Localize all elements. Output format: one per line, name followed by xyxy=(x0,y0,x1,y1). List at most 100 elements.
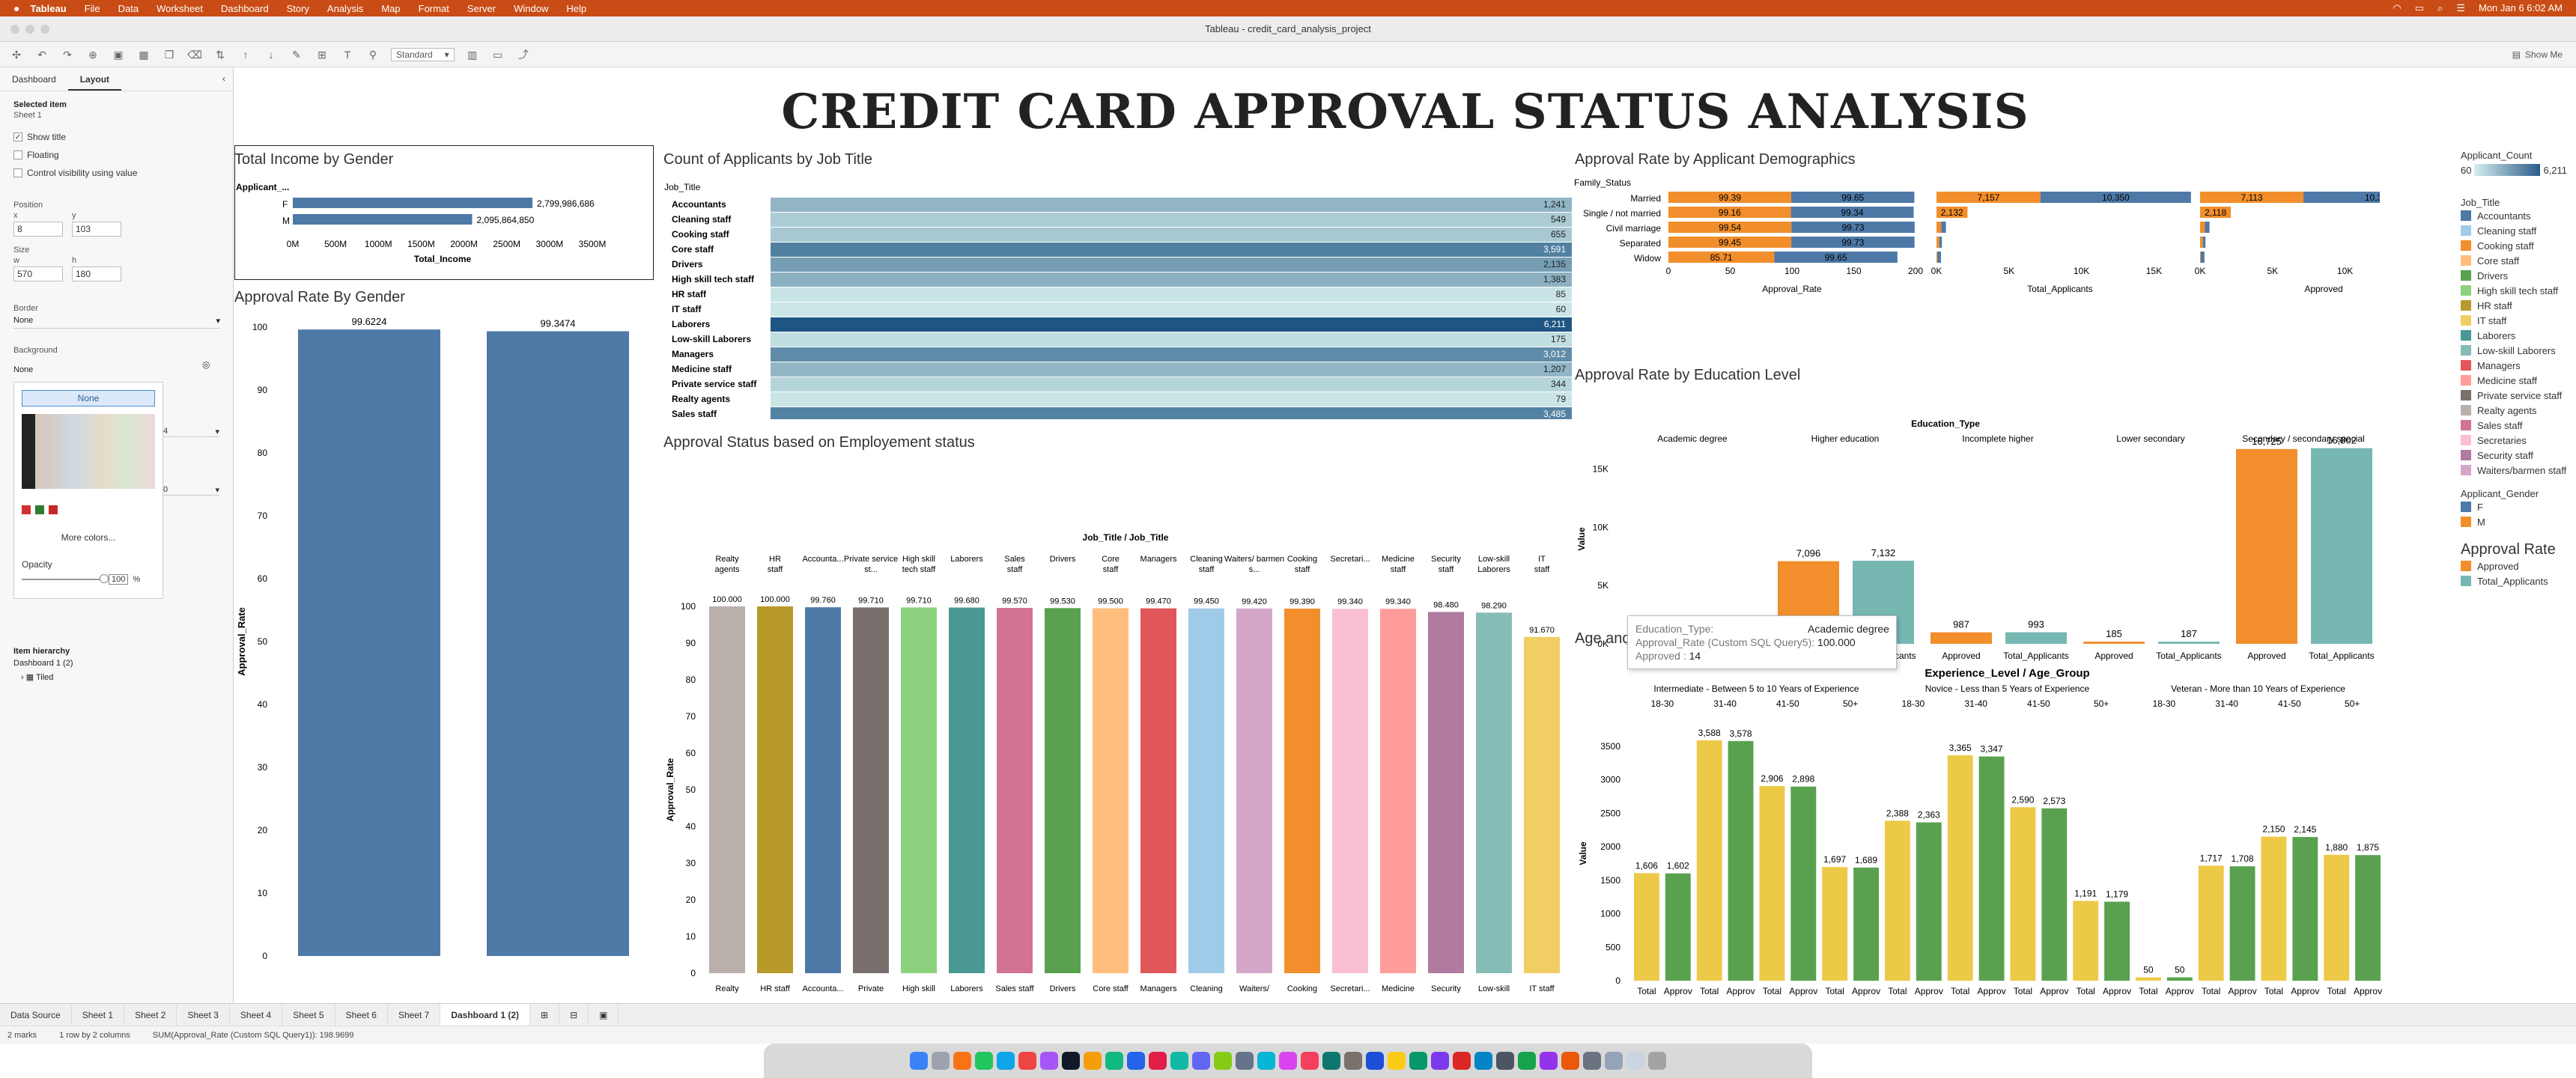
menu-server[interactable]: Server xyxy=(467,3,496,14)
tab-sheet-6[interactable]: Sheet 6 xyxy=(335,1003,388,1026)
tab-sheet-7[interactable]: Sheet 7 xyxy=(388,1003,441,1026)
gender-rate-bar[interactable] xyxy=(487,331,629,957)
dock-app-icon[interactable] xyxy=(1388,1052,1406,1070)
employment-bar[interactable] xyxy=(1188,608,1224,973)
dock-app-icon[interactable] xyxy=(1540,1052,1558,1070)
age-bar[interactable] xyxy=(1728,740,1754,981)
age-bar[interactable] xyxy=(2355,855,2381,981)
dock-app-icon[interactable] xyxy=(1409,1052,1427,1070)
x-input[interactable]: 8 xyxy=(13,222,63,237)
opacity-input[interactable]: 100 xyxy=(109,574,129,585)
menu-app[interactable]: Tableau xyxy=(30,3,66,14)
job-count-cell[interactable] xyxy=(771,287,1572,302)
new-datasource-icon[interactable]: ⊕ xyxy=(85,48,100,61)
dock-app-icon[interactable] xyxy=(1018,1052,1036,1070)
floating-checkbox[interactable]: Floating xyxy=(13,150,59,160)
job-count-cell[interactable] xyxy=(771,302,1572,317)
age-bar[interactable] xyxy=(1853,867,1879,981)
job-legend-item[interactable]: Medicine staff xyxy=(2461,373,2569,388)
collapse-icon[interactable]: ‹ xyxy=(222,73,225,84)
job-count-cell[interactable] xyxy=(771,392,1572,406)
employment-chart[interactable]: Job_Title / Job_Title Approval_Rate 0 10 20 3… xyxy=(658,457,1576,1003)
background-value[interactable]: None xyxy=(13,365,33,374)
dock-app-icon[interactable] xyxy=(1279,1052,1297,1070)
recent-color-red[interactable] xyxy=(22,505,31,514)
menu-data[interactable]: Data xyxy=(118,3,139,14)
age-bar[interactable] xyxy=(2136,977,2161,981)
dock-app-icon[interactable] xyxy=(1062,1052,1080,1070)
demographics-chart[interactable]: Family_Status Married 99.39 99.65 7,157 10,35… xyxy=(1571,172,2380,374)
job-legend-item[interactable]: IT staff xyxy=(2461,313,2569,328)
dock-app-icon[interactable] xyxy=(1322,1052,1340,1070)
dock-app-icon[interactable] xyxy=(1301,1052,1319,1070)
redo-icon[interactable]: ↷ xyxy=(60,48,75,61)
education-bar[interactable] xyxy=(1931,632,1992,644)
line-width-dropdown[interactable]: 4 ▾ xyxy=(163,427,219,437)
menu-story[interactable]: Story xyxy=(287,3,309,14)
dock-app-icon[interactable] xyxy=(1170,1052,1188,1070)
apple-icon[interactable]: ● xyxy=(13,2,19,14)
employment-bar[interactable] xyxy=(805,607,841,973)
age-bar[interactable] xyxy=(1665,873,1691,981)
job-legend-item[interactable]: Cleaning staff xyxy=(2461,223,2569,238)
demo-bar[interactable] xyxy=(1937,252,1942,263)
menu-help[interactable]: Help xyxy=(566,3,586,14)
dock-app-icon[interactable] xyxy=(1366,1052,1384,1070)
dock-app-icon[interactable] xyxy=(1344,1052,1362,1070)
dock-app-icon[interactable] xyxy=(1105,1052,1123,1070)
education-bar[interactable] xyxy=(2158,642,2220,644)
job-count-cell[interactable] xyxy=(771,243,1572,257)
dock-app-icon[interactable] xyxy=(1453,1052,1471,1070)
paint-icon[interactable]: ◎ xyxy=(202,359,210,370)
tab-data-source[interactable]: Data Source xyxy=(0,1003,72,1026)
sort-desc-icon[interactable]: ↓ xyxy=(264,48,279,61)
dock-app-icon[interactable] xyxy=(1192,1052,1210,1070)
dock-app-icon[interactable] xyxy=(1518,1052,1536,1070)
dock-app-icon[interactable] xyxy=(1127,1052,1145,1070)
tab-dashboard-1[interactable]: Dashboard 1 (2) xyxy=(440,1003,531,1026)
age-bar[interactable] xyxy=(2292,837,2318,981)
job-legend-item[interactable]: HR staff xyxy=(2461,298,2569,313)
age-bar[interactable] xyxy=(2261,836,2287,981)
job-count-cell[interactable] xyxy=(771,317,1572,332)
tableau-logo-icon[interactable]: ✣ xyxy=(9,48,24,61)
control-visibility-checkbox[interactable]: Control visibility using value xyxy=(13,168,137,178)
dock-app-icon[interactable] xyxy=(1626,1052,1644,1070)
menu-dashboard[interactable]: Dashboard xyxy=(221,3,269,14)
job-legend-item[interactable]: Laborers xyxy=(2461,328,2569,343)
employment-bar[interactable] xyxy=(757,606,793,973)
hierarchy-tiled-node[interactable]: › ▦ Tiled xyxy=(21,672,53,682)
job-count-cell[interactable] xyxy=(771,332,1572,347)
duplicate-icon[interactable]: ❐ xyxy=(162,48,177,61)
job-legend-item[interactable]: Waiters/barmen staff xyxy=(2461,463,2569,478)
show-title-checkbox[interactable]: ✓ Show title xyxy=(13,132,66,142)
job-legend-item[interactable]: Secretaries xyxy=(2461,433,2569,448)
close-window-icon[interactable] xyxy=(10,25,19,34)
menu-worksheet[interactable]: Worksheet xyxy=(157,3,203,14)
color-swatch-grid[interactable] xyxy=(22,414,155,489)
group-icon[interactable]: ⊞ xyxy=(315,48,329,61)
job-legend-item[interactable]: High skill tech staff xyxy=(2461,283,2569,298)
opacity-slider-knob[interactable] xyxy=(100,574,109,583)
age-experience-chart[interactable]: Experience_Level / Age_Group Value 0 500 100… xyxy=(1571,651,2384,1003)
age-bar[interactable] xyxy=(2104,901,2130,981)
age-bar[interactable] xyxy=(2041,808,2068,981)
age-bar[interactable] xyxy=(1885,820,1910,981)
show-me-button[interactable]: ▤ Show Me xyxy=(2512,49,2563,60)
employment-bar[interactable] xyxy=(1428,612,1464,973)
menu-file[interactable]: File xyxy=(85,3,100,14)
age-bar[interactable] xyxy=(2166,977,2193,981)
job-count-cell[interactable] xyxy=(771,272,1572,287)
dock-app-icon[interactable] xyxy=(1149,1052,1167,1070)
tab-sheet-4[interactable]: Sheet 4 xyxy=(230,1003,283,1026)
employment-bar[interactable] xyxy=(1332,609,1368,973)
job-legend-item[interactable]: Core staff xyxy=(2461,253,2569,268)
job-legend-item[interactable]: Accountants xyxy=(2461,208,2569,223)
demo-bar[interactable] xyxy=(2202,237,2206,248)
dock-app-icon[interactable] xyxy=(997,1052,1015,1070)
rate-legend-item[interactable]: Total_Applicants xyxy=(2461,573,2569,588)
search-icon[interactable]: ⌕ xyxy=(2437,2,2443,14)
dock-app-icon[interactable] xyxy=(1040,1052,1058,1070)
job-legend-item[interactable]: Private service staff xyxy=(2461,388,2569,403)
job-count-cell[interactable] xyxy=(771,198,1572,212)
